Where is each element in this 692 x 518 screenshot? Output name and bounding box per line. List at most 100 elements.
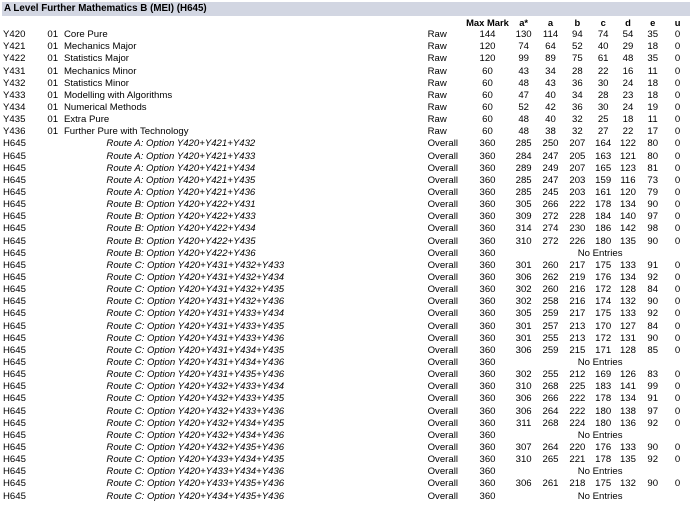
grade-boundary: 307 [515, 441, 532, 453]
mark-type: Overall [427, 174, 458, 186]
grade-boundary: 133 [619, 259, 636, 271]
grade-boundary: 172 [595, 332, 612, 344]
grade-boundary: 266 [542, 393, 559, 405]
qualification-code: H645 [3, 272, 26, 284]
mark-type: Overall [427, 150, 458, 162]
max-mark: 360 [479, 320, 496, 332]
mark-type: Overall [427, 441, 458, 453]
unit-code: Y421 [3, 41, 26, 53]
grade-boundary: 116 [620, 174, 636, 186]
mark-type: Raw [427, 65, 447, 77]
mark-type: Overall [427, 247, 458, 259]
max-mark: 360 [479, 369, 496, 381]
unit-code: Y433 [3, 89, 26, 101]
grade-boundary: 48 [518, 126, 529, 138]
qualification-code: H645 [3, 150, 26, 162]
mark-type: Overall [427, 199, 458, 211]
route-title: Route C: Option Y420+Y431+Y432+Y433 [106, 259, 285, 271]
grade-boundary: 136 [619, 417, 636, 429]
grade-boundary: 247 [542, 150, 559, 162]
grade-boundary: 183 [595, 381, 612, 393]
grade-boundary: 306 [515, 272, 532, 284]
route-row: H645 Route C: Option Y420+Y431+Y435+Y436 O… [3, 369, 690, 381]
grade-boundary: 133 [619, 308, 636, 320]
route-title: Route A: Option Y420+Y421+Y436 [106, 187, 256, 199]
mark-type: Overall [427, 478, 458, 490]
table-title: A Level Further Mathematics B (MEI) (H64… [2, 2, 690, 16]
mark-type: Overall [427, 429, 458, 441]
grade-boundary: 215 [569, 344, 586, 356]
grade-boundary: 0 [674, 174, 681, 186]
grade-boundary: 255 [542, 369, 559, 381]
qualification-code: H645 [3, 490, 26, 502]
unit-option: 01 [47, 126, 59, 138]
route-title: Route C: Option Y420+Y432+Y433+Y435 [106, 393, 285, 405]
route-title: Route B: Option Y420+Y422+Y434 [106, 223, 256, 235]
header-grade-b: b [574, 17, 581, 29]
mark-type: Overall [427, 490, 458, 502]
grade-boundary: 249 [542, 162, 559, 174]
grade-boundary: 285 [515, 187, 532, 199]
grade-boundary: 0 [674, 41, 681, 53]
grade-boundary: 230 [569, 223, 586, 235]
grade-boundary: 91 [647, 259, 659, 271]
grade-boundary: 175 [595, 478, 612, 490]
grade-boundary: 92 [647, 417, 659, 429]
grade-boundary: 48 [518, 77, 529, 89]
mark-type: Overall [427, 284, 458, 296]
route-row: H645 Route C: Option Y420+Y431+Y432+Y434 O… [3, 272, 690, 284]
qualification-code: H645 [3, 296, 26, 308]
grade-boundary: 0 [674, 29, 681, 41]
route-title: Route B: Option Y420+Y422+Y435 [106, 235, 256, 247]
grade-boundary: 264 [542, 441, 559, 453]
qualification-code: H645 [3, 320, 26, 332]
unit-row: Y431 01 Mechanics Minor Raw 60 43 34 28 22 16 11 0 [3, 66, 690, 78]
unit-option: 01 [47, 89, 59, 101]
grade-boundary: 27 [597, 126, 609, 138]
header-grade-a: a [547, 17, 554, 29]
grade-boundary: 285 [515, 174, 532, 186]
grade-boundary: 0 [674, 150, 681, 162]
unit-row: Y432 01 Statistics Minor Raw 60 48 43 36 30 24 18 0 [3, 78, 690, 90]
unit-title: Mechanics Minor [63, 65, 137, 77]
grade-boundary: 0 [674, 65, 681, 77]
grade-boundary: 138 [619, 405, 636, 417]
grade-boundary: 94 [572, 29, 583, 41]
grade-boundary: 225 [569, 381, 586, 393]
max-mark: 360 [479, 162, 496, 174]
grade-boundary: 48 [622, 53, 634, 65]
unit-title: Statistics Major [63, 53, 129, 65]
route-title: Route C: Option Y420+Y432+Y434+Y435 [106, 417, 285, 429]
grade-boundary: 18 [622, 114, 634, 126]
route-row: H645 Route A: Option Y420+Y421+Y434 Overal… [3, 163, 690, 175]
route-title: Route C: Option Y420+Y432+Y433+Y436 [106, 405, 285, 417]
mark-type: Raw [427, 89, 447, 101]
grade-boundary: 132 [619, 478, 636, 490]
mark-type: Overall [427, 369, 458, 381]
max-mark: 360 [479, 211, 496, 223]
unit-option: 01 [47, 29, 59, 41]
mark-type: Overall [427, 223, 458, 235]
grade-boundary: 0 [674, 320, 681, 332]
grade-boundary: 23 [622, 89, 634, 101]
grade-boundary: 90 [647, 199, 659, 211]
mark-type: Overall [427, 417, 458, 429]
unit-code: Y432 [3, 77, 26, 89]
route-title: Route C: Option Y420+Y432+Y433+Y434 [106, 381, 285, 393]
grade-boundary: 217 [569, 308, 586, 320]
grade-boundary: 311 [516, 417, 532, 429]
grade-boundary: 159 [595, 174, 612, 186]
mark-type: Overall [427, 138, 458, 150]
header-grade-c: c [600, 17, 606, 29]
max-mark: 360 [479, 417, 496, 429]
max-mark: 120 [479, 41, 496, 53]
grade-boundary: 175 [595, 259, 612, 271]
grade-boundary: 83 [647, 369, 659, 381]
max-mark: 60 [482, 114, 493, 126]
unit-code: Y420 [3, 29, 26, 41]
grade-boundary: 0 [674, 344, 681, 356]
grade-boundary: 126 [619, 369, 636, 381]
max-mark: 360 [479, 284, 496, 296]
header-row: Max Mark a* a b c d e u [3, 17, 690, 29]
route-title: Route C: Option Y420+Y431+Y433+Y435 [106, 320, 285, 332]
